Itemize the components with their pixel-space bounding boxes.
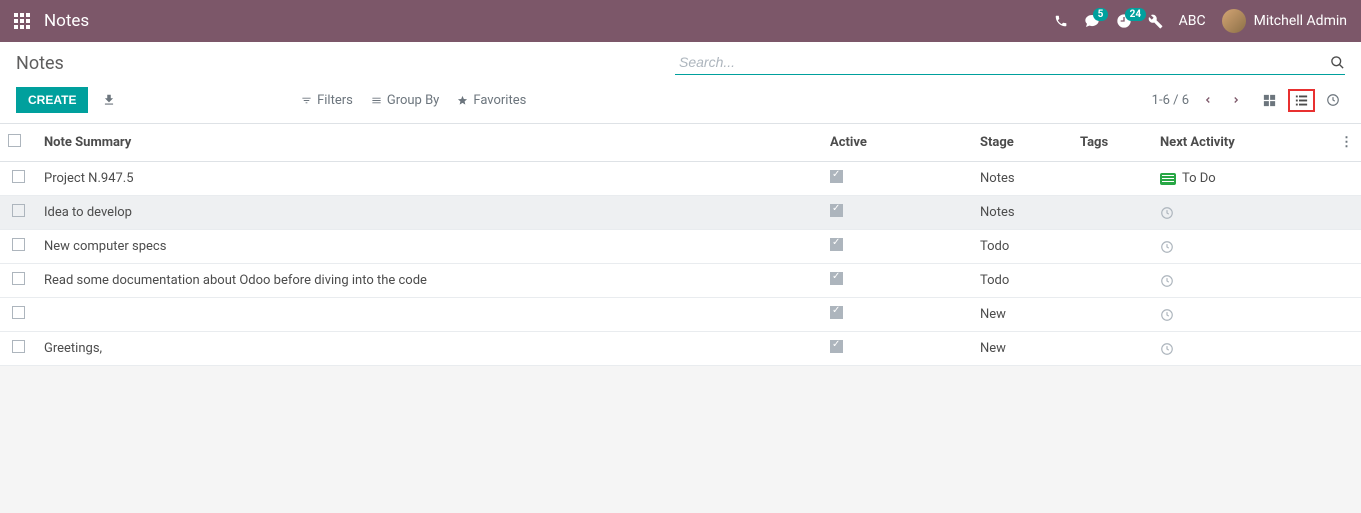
cell-summary: Idea to develop (36, 196, 822, 230)
cell-stage: Notes (972, 196, 1072, 230)
apps-menu-icon[interactable] (14, 13, 30, 29)
cell-next-activity[interactable] (1152, 298, 1332, 332)
pager-prev[interactable] (1199, 92, 1217, 108)
notes-table-wrap: Note Summary Active Stage Tags Next Acti… (0, 124, 1361, 366)
col-header-tags[interactable]: Tags (1072, 124, 1152, 162)
user-menu[interactable]: Mitchell Admin (1222, 9, 1347, 33)
cell-tags (1072, 230, 1152, 264)
search-wrap (675, 52, 1345, 75)
cell-tags (1072, 196, 1152, 230)
create-button[interactable]: CREATE (16, 87, 88, 113)
active-checkbox[interactable] (830, 306, 843, 319)
avatar (1222, 9, 1246, 33)
cell-tags (1072, 298, 1152, 332)
cell-tags (1072, 332, 1152, 366)
activities-badge: 24 (1125, 8, 1146, 21)
row-checkbox[interactable] (12, 340, 25, 353)
pager-text: 1-6 / 6 (1152, 93, 1189, 108)
row-checkbox[interactable] (12, 204, 25, 217)
cell-next-activity[interactable]: To Do (1152, 162, 1332, 196)
activities-icon[interactable]: 24 (1116, 13, 1132, 29)
clock-icon (1160, 274, 1324, 288)
tools-icon[interactable] (1148, 14, 1163, 29)
active-checkbox[interactable] (830, 238, 843, 251)
col-header-summary[interactable]: Note Summary (36, 124, 822, 162)
active-checkbox[interactable] (830, 204, 843, 217)
clock-icon (1160, 342, 1324, 356)
cell-stage: Notes (972, 162, 1072, 196)
select-all-checkbox[interactable] (8, 134, 21, 147)
messages-icon[interactable]: 5 (1084, 13, 1100, 29)
cell-summary: Greetings, (36, 332, 822, 366)
clock-icon (1160, 308, 1324, 322)
clock-icon (1160, 240, 1324, 254)
messages-badge: 5 (1093, 8, 1109, 21)
cell-stage: Todo (972, 264, 1072, 298)
page-title: Notes (16, 53, 64, 74)
cell-summary: New computer specs (36, 230, 822, 264)
cell-summary: Project N.947.5 (36, 162, 822, 196)
table-row[interactable]: New computer specs Todo (0, 230, 1361, 264)
phone-icon[interactable] (1054, 14, 1068, 28)
table-row[interactable]: Read some documentation about Odoo befor… (0, 264, 1361, 298)
import-button[interactable] (98, 89, 120, 111)
table-row[interactable]: Greetings, New (0, 332, 1361, 366)
favorites-label: Favorites (473, 93, 526, 108)
list-view-button[interactable] (1288, 89, 1315, 112)
cell-next-activity[interactable] (1152, 196, 1332, 230)
cell-stage: Todo (972, 230, 1072, 264)
cell-next-activity[interactable] (1152, 332, 1332, 366)
kanban-view-button[interactable] (1257, 90, 1282, 111)
cell-next-activity[interactable] (1152, 230, 1332, 264)
groupby-label: Group By (387, 93, 440, 108)
cell-summary: Read some documentation about Odoo befor… (36, 264, 822, 298)
table-row[interactable]: New (0, 298, 1361, 332)
todo-icon (1160, 173, 1176, 185)
favorites-button[interactable]: Favorites (457, 93, 526, 108)
activity-label: To Do (1182, 171, 1216, 186)
search-icon[interactable] (1330, 55, 1345, 70)
row-checkbox[interactable] (12, 306, 25, 319)
filters-label: Filters (317, 93, 353, 108)
filters-button[interactable]: Filters (301, 93, 353, 108)
control-panel: Notes CREATE Filters Group By (0, 42, 1361, 124)
cell-tags (1072, 162, 1152, 196)
active-checkbox[interactable] (830, 340, 843, 353)
top-navbar: Notes 5 24 ABC Mitchell Admin (0, 0, 1361, 42)
groupby-button[interactable]: Group By (371, 93, 440, 108)
row-checkbox[interactable] (12, 272, 25, 285)
cell-tags (1072, 264, 1152, 298)
search-input[interactable] (675, 52, 1330, 72)
cell-next-activity[interactable] (1152, 264, 1332, 298)
col-header-stage[interactable]: Stage (972, 124, 1072, 162)
col-header-next[interactable]: Next Activity (1152, 124, 1332, 162)
row-checkbox[interactable] (12, 170, 25, 183)
pager-next[interactable] (1227, 92, 1245, 108)
col-header-active[interactable]: Active (822, 124, 972, 162)
active-checkbox[interactable] (830, 272, 843, 285)
cell-stage: New (972, 332, 1072, 366)
table-row[interactable]: Idea to develop Notes (0, 196, 1361, 230)
table-row[interactable]: Project N.947.5 Notes To Do (0, 162, 1361, 196)
cell-summary (36, 298, 822, 332)
cell-stage: New (972, 298, 1072, 332)
company-selector[interactable]: ABC (1179, 13, 1206, 29)
column-options-button[interactable]: ⋮ (1340, 135, 1353, 150)
clock-icon (1160, 206, 1324, 220)
activity-view-button[interactable] (1321, 90, 1345, 110)
app-name[interactable]: Notes (44, 11, 89, 31)
pager: 1-6 / 6 (1152, 92, 1245, 108)
active-checkbox[interactable] (830, 170, 843, 183)
row-checkbox[interactable] (12, 238, 25, 251)
notes-table: Note Summary Active Stage Tags Next Acti… (0, 124, 1361, 366)
user-name: Mitchell Admin (1254, 13, 1347, 29)
